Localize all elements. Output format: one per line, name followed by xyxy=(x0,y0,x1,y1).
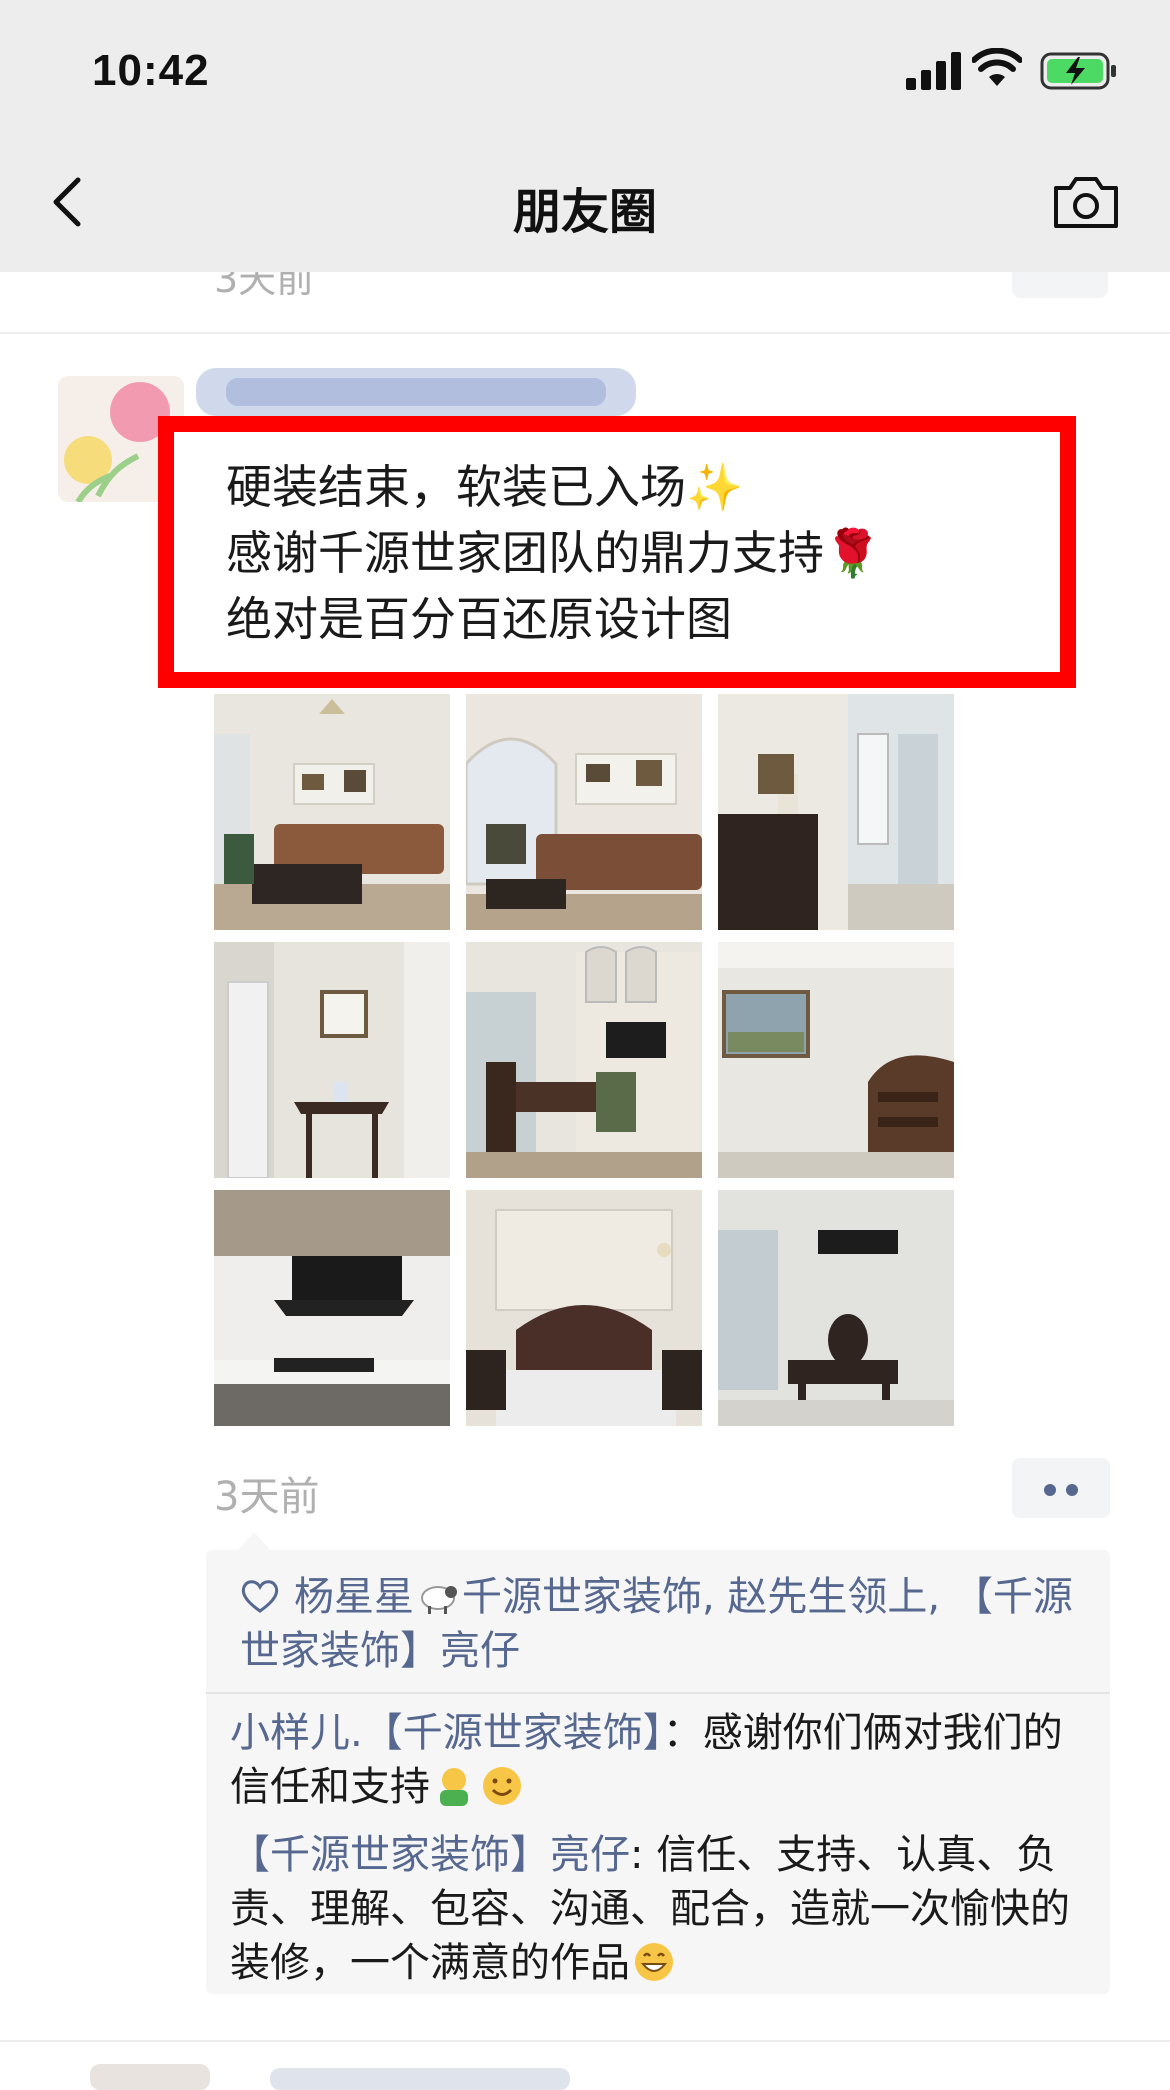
previous-post-more-button[interactable] xyxy=(1012,272,1108,298)
comment-author[interactable]: 小样儿.【千源世家装饰】 xyxy=(230,1710,663,1756)
status-time: 10:42 xyxy=(92,46,210,95)
photo-kitchen-range-hood[interactable] xyxy=(214,1190,450,1426)
likes-divider xyxy=(206,1692,1110,1694)
photo-living-room-window[interactable] xyxy=(466,694,702,930)
post-divider xyxy=(0,2040,1170,2042)
post-time: 3天前 xyxy=(214,1474,320,1520)
battery-charging-icon xyxy=(1040,52,1116,90)
photo-bedroom-chair[interactable] xyxy=(718,942,954,1178)
next-post-blurred xyxy=(90,2064,570,2090)
likes-list: 杨星星 千源世家装饰, 赵先生领上, 【千源世家装饰】亮仔 xyxy=(240,1570,1080,1678)
likes-comments-box: 杨星星 千源世家装饰, 赵先生领上, 【千源世家装饰】亮仔 小样儿.【千源世家装饰… xyxy=(206,1532,1110,1994)
grin-emoji-icon xyxy=(635,1943,673,1981)
post-text: 硬装结束，软装已入场✨ 感谢千源世家团队的鼎力支持🌹 绝对是百分百还原设计图 xyxy=(226,454,881,652)
photo-grid xyxy=(214,694,954,1426)
post-text-highlight: 硬装结束，软装已入场✨ 感谢千源世家团队的鼎力支持🌹 绝对是百分百还原设计图 xyxy=(158,416,1076,688)
nav-bar: 朋友圈 xyxy=(0,130,1170,272)
cellular-signal-icon xyxy=(906,52,961,90)
photo-living-room-sofa[interactable] xyxy=(214,694,450,930)
status-bar: 10:42 xyxy=(0,0,1170,130)
comment[interactable]: 【千源世家装饰】亮仔: 信任、支持、认真、负责、理解、包容、沟通、配合，造就一次… xyxy=(230,1828,1100,1990)
comment-author[interactable]: 【千源世家装饰】亮仔 xyxy=(230,1832,630,1878)
post-text-line: 感谢千源世家团队的鼎力支持🌹 xyxy=(226,526,882,580)
post-text-line: 绝对是百分百还原设计图 xyxy=(226,592,732,646)
smile-emoji-icon xyxy=(483,1767,521,1805)
photo-bedroom-vanity[interactable] xyxy=(718,1190,954,1426)
comment[interactable]: 小样儿.【千源世家装饰】：感谢你们俩对我们的信任和支持 xyxy=(230,1706,1100,1814)
photo-dining-room[interactable] xyxy=(466,942,702,1178)
post-text-line: 硬装结束，软装已入场✨ xyxy=(226,460,744,514)
previous-post: 3天前 xyxy=(0,272,1170,332)
sheep-emoji-icon xyxy=(421,1586,457,1614)
hug-emoji-icon xyxy=(440,1768,468,1806)
moment-post: 硬装结束，软装已入场✨ 感谢千源世家团队的鼎力支持🌹 绝对是百分百还原设计图 3… xyxy=(0,334,1170,2034)
photo-bedroom-bed[interactable] xyxy=(466,1190,702,1426)
camera-icon[interactable] xyxy=(1052,174,1120,230)
post-more-button[interactable] xyxy=(1012,1458,1110,1518)
like-name[interactable]: 杨星星 xyxy=(294,1574,414,1620)
previous-post-time: 3天前 xyxy=(214,272,315,301)
photo-sideboard-balcony[interactable] xyxy=(718,694,954,930)
wifi-icon xyxy=(972,48,1022,86)
photo-hallway-console[interactable] xyxy=(214,942,450,1178)
heart-icon xyxy=(241,1580,279,1613)
page-title: 朋友圈 xyxy=(512,184,657,240)
